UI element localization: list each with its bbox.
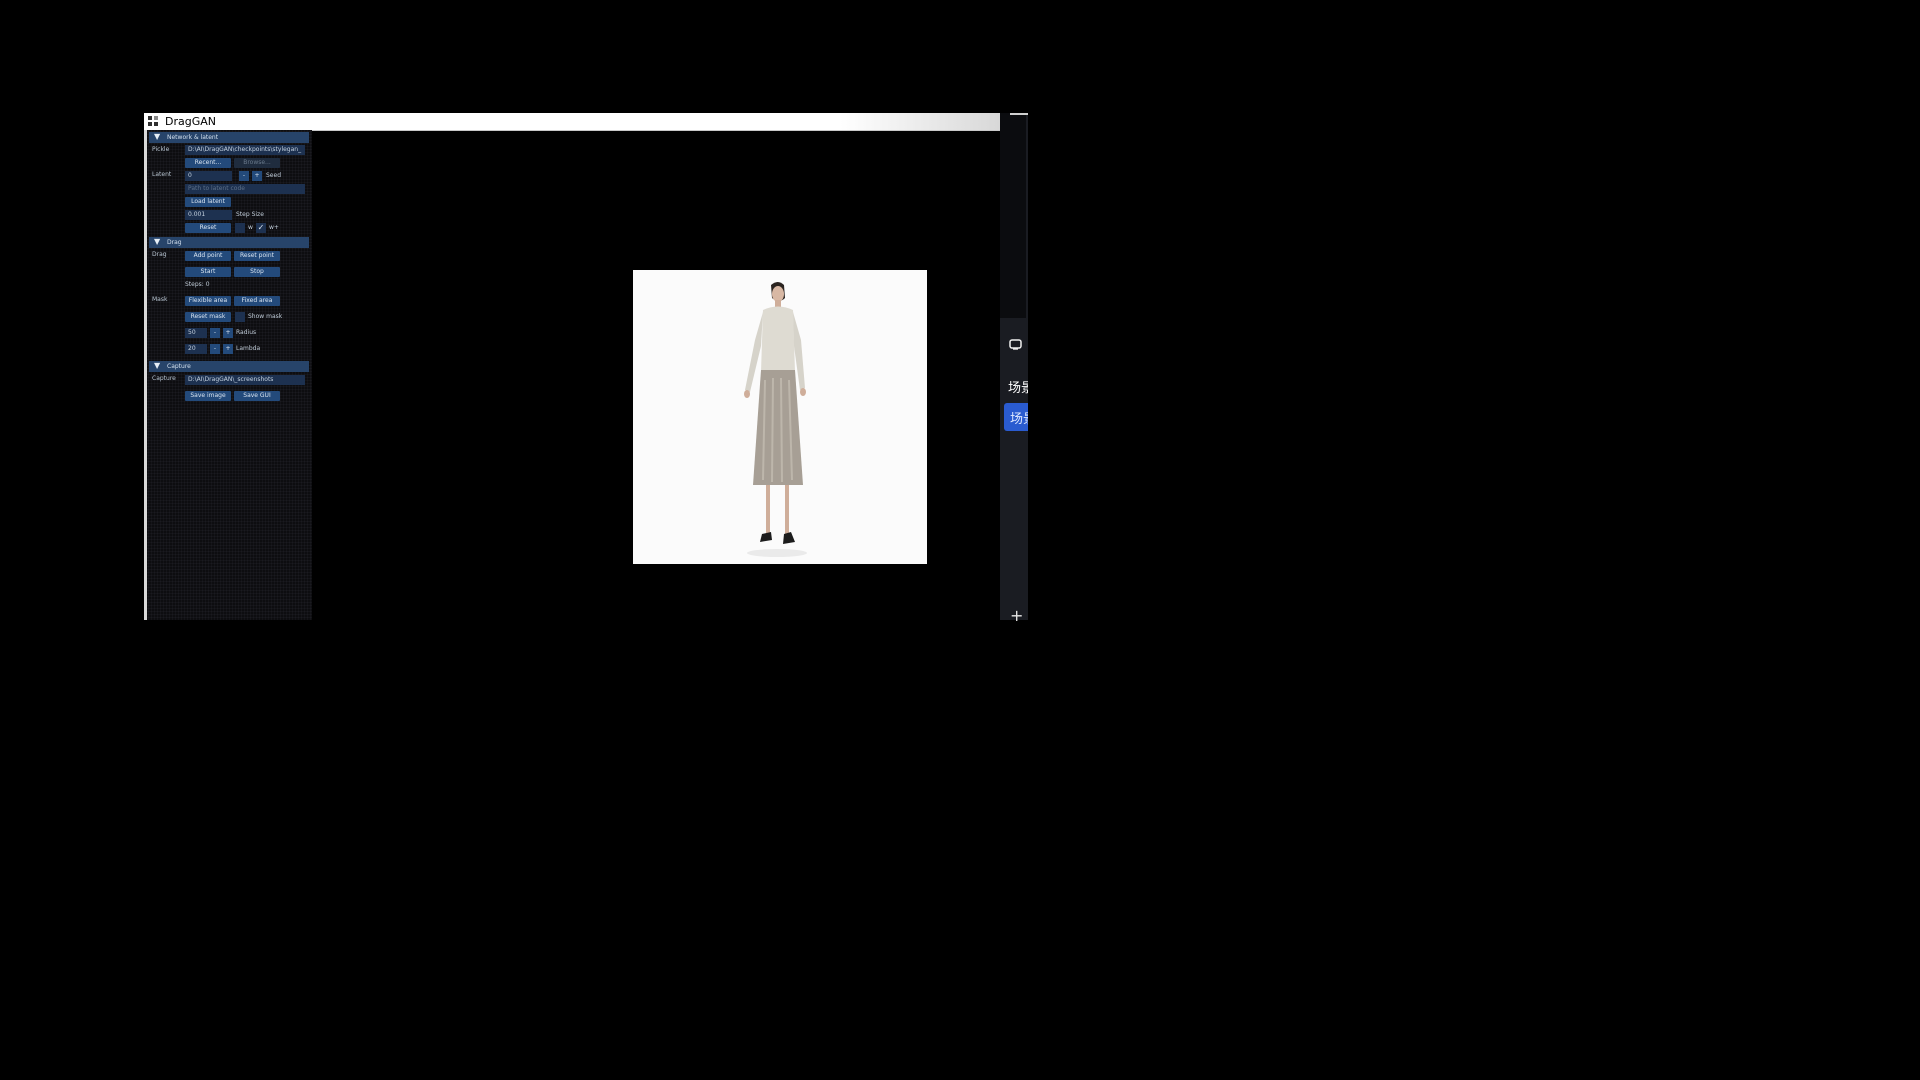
section-header-network[interactable]: ▼ Network & latent xyxy=(149,132,309,143)
lambda-increment-button[interactable]: + xyxy=(223,344,233,354)
save-gui-button[interactable]: Save GUI xyxy=(234,391,280,401)
lambda-label: Lambda xyxy=(236,345,261,352)
reset-button[interactable]: Reset xyxy=(185,223,231,233)
scene-label: 场景 xyxy=(1008,381,1028,396)
w-checkbox[interactable] xyxy=(235,223,245,233)
stop-button[interactable]: Stop xyxy=(234,267,280,277)
section-header-drag[interactable]: ▼ Drag xyxy=(149,237,309,248)
side-panel-strip: 场景 场景 + xyxy=(1000,113,1028,624)
radius-label: Radius xyxy=(236,329,257,336)
radius-decrement-button[interactable]: - xyxy=(210,328,220,338)
title-bar: DragGAN xyxy=(144,113,1000,131)
seed-label: Seed xyxy=(266,172,281,179)
capture-label: Capture xyxy=(152,375,176,382)
title-bar-fade xyxy=(840,113,1000,130)
add-point-button[interactable]: Add point xyxy=(185,251,231,261)
recent-button[interactable]: Recent... xyxy=(185,158,231,168)
reset-point-button[interactable]: Reset point xyxy=(234,251,280,261)
latent-path-input[interactable]: Path to latent code xyxy=(185,184,305,194)
browse-button[interactable]: Browse... xyxy=(234,158,280,168)
latent-label: Latent xyxy=(152,171,172,178)
seed-input[interactable]: 0 xyxy=(185,171,232,181)
add-plus-icon[interactable]: + xyxy=(1010,608,1023,624)
collapse-triangle-icon: ▼ xyxy=(154,237,161,246)
seed-increment-button[interactable]: + xyxy=(252,171,262,181)
side-panel-top-line xyxy=(1010,113,1028,115)
app-icon xyxy=(148,116,159,126)
scene-button-label: 场景 xyxy=(1010,412,1028,427)
checkmark-icon: ✓ xyxy=(257,223,265,232)
step-size-label: Step Size xyxy=(236,211,264,218)
radius-input[interactable]: 50 xyxy=(185,328,207,338)
pickle-label: Pickle xyxy=(152,146,170,153)
control-panel: ▼ Network & latent Pickle D:\AI\DragGAN\… xyxy=(147,130,312,620)
w-label: w xyxy=(248,224,253,231)
generated-image[interactable] xyxy=(633,270,927,564)
scene-button[interactable]: 场景 xyxy=(1004,403,1028,431)
flexible-area-button[interactable]: Flexible area xyxy=(185,296,231,306)
side-panel-dark-area xyxy=(1000,113,1026,318)
save-image-button[interactable]: Save image xyxy=(185,391,231,401)
show-mask-checkbox[interactable] xyxy=(235,312,245,322)
wplus-checkbox[interactable]: ✓ xyxy=(256,223,266,233)
radius-increment-button[interactable]: + xyxy=(223,328,233,338)
fixed-area-button[interactable]: Fixed area xyxy=(234,296,280,306)
start-button[interactable]: Start xyxy=(185,267,231,277)
monitor-icon[interactable] xyxy=(1009,339,1022,350)
lambda-input[interactable]: 20 xyxy=(185,344,207,354)
model-figure-image xyxy=(744,282,807,557)
load-latent-button[interactable]: Load latent xyxy=(185,197,231,207)
mask-label: Mask xyxy=(152,296,168,303)
lambda-decrement-button[interactable]: - xyxy=(210,344,220,354)
window-title: DragGAN xyxy=(165,115,216,128)
wplus-label: w+ xyxy=(269,224,279,231)
seed-decrement-button[interactable]: - xyxy=(239,171,249,181)
pickle-path-field[interactable]: D:\AI\DragGAN\checkpoints\stylegan_ xyxy=(185,145,305,155)
collapse-triangle-icon: ▼ xyxy=(154,132,161,141)
capture-path-field[interactable]: D:\AI\DragGAN\_screenshots xyxy=(185,375,305,385)
steps-counter: Steps: 0 xyxy=(185,281,210,288)
section-header-capture[interactable]: ▼ Capture xyxy=(149,361,309,372)
show-mask-label: Show mask xyxy=(248,313,283,320)
step-size-input[interactable]: 0.001 xyxy=(185,210,232,220)
reset-mask-button[interactable]: Reset mask xyxy=(185,312,231,322)
drag-label: Drag xyxy=(152,251,167,258)
collapse-triangle-icon: ▼ xyxy=(154,361,161,370)
